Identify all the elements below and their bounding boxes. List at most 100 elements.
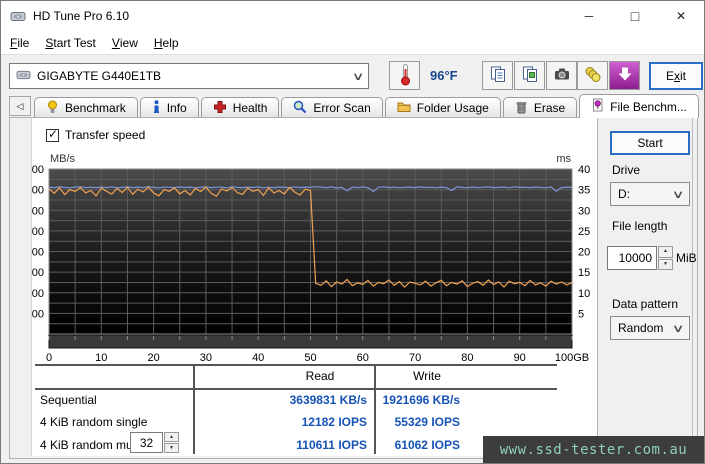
row-label-random-single: 4 KiB random single <box>40 415 148 429</box>
drive-label: Drive <box>612 163 641 177</box>
maximize-button[interactable]: □ <box>612 1 658 31</box>
tab-error-scan[interactable]: Error Scan <box>281 97 383 118</box>
temperature-value: 96°F <box>430 68 458 83</box>
app-window: HD Tune Pro 6.10 ─ □ ✕ File Start Test V… <box>0 0 705 464</box>
tab-erase[interactable]: Erase <box>502 97 578 118</box>
benchmark-bulb-icon <box>46 100 59 117</box>
save-results-button[interactable] <box>577 61 608 90</box>
table-divider-1 <box>193 364 195 454</box>
checkmark-icon: ✓ <box>48 126 59 141</box>
erase-trash-icon <box>515 100 528 117</box>
queue-depth-spinner: ▲ ▼ <box>130 432 179 453</box>
svg-text:4000: 4000 <box>32 164 44 176</box>
transfer-speed-checkbox[interactable]: ✓ Transfer speed <box>46 126 146 142</box>
menu-help[interactable]: Help <box>146 31 187 54</box>
tab-bar: ◁ Benchmark Info Health Error Scan Folde… <box>9 94 699 118</box>
watermark: www.ssd-tester.com.au <box>483 436 704 463</box>
thermometer-icon <box>399 63 411 89</box>
spin-down-icon[interactable]: ▼ <box>658 258 673 270</box>
tab-file-benchmark[interactable]: File Benchm... <box>579 94 699 118</box>
toolbar: GIGABYTE G440E1TB ∨ 96°F E x it <box>1 54 704 94</box>
tab-info[interactable]: Info <box>139 97 199 118</box>
svg-text:500: 500 <box>32 308 44 320</box>
svg-text:25: 25 <box>578 226 590 238</box>
error-scan-magnifier-icon <box>293 100 307 117</box>
file-length-unit: MiB <box>676 251 697 265</box>
svg-text:80: 80 <box>461 352 473 364</box>
tab-benchmark[interactable]: Benchmark <box>34 97 138 118</box>
spin-up-icon[interactable]: ▲ <box>658 246 673 258</box>
svg-text:0: 0 <box>46 352 52 364</box>
svg-text:30: 30 <box>200 352 212 364</box>
svg-text:2000: 2000 <box>32 247 44 259</box>
health-cross-icon <box>213 100 227 117</box>
svg-text:ms: ms <box>556 153 571 165</box>
file-benchmark-icon <box>591 98 604 115</box>
tab-health[interactable]: Health <box>200 97 280 118</box>
row-label-random-multi: 4 KiB random multi <box>40 438 142 452</box>
svg-text:100GB: 100GB <box>555 352 589 364</box>
camera-icon <box>553 65 571 86</box>
window-title: HD Tune Pro 6.10 <box>33 9 130 23</box>
column-header-write: Write <box>413 369 441 383</box>
svg-text:40: 40 <box>578 164 590 176</box>
chevron-down-icon: ∨ <box>671 188 685 201</box>
data-pattern-select[interactable]: Random ∨ <box>610 316 690 340</box>
controls-panel: Start Drive D: ∨ File length ▲ ▼ MiB Dat… <box>598 118 697 458</box>
svg-text:2500: 2500 <box>32 226 44 238</box>
svg-text:1000: 1000 <box>32 288 44 300</box>
file-length-spinner: ▲ ▼ <box>658 246 673 270</box>
screenshot-button[interactable] <box>546 61 577 90</box>
queue-depth-input[interactable] <box>130 432 163 453</box>
chevron-down-icon: ∨ <box>351 70 365 83</box>
menu-start-test[interactable]: Start Test <box>37 31 103 54</box>
svg-text:10: 10 <box>95 352 107 364</box>
drive-select[interactable]: D: ∨ <box>610 182 690 206</box>
tab-scroll-left-button[interactable]: ◁ <box>9 96 31 116</box>
folder-usage-icon <box>397 100 411 116</box>
svg-text:3000: 3000 <box>32 205 44 217</box>
table-header-rule <box>35 388 557 390</box>
title-bar: HD Tune Pro 6.10 ─ □ ✕ <box>1 1 704 31</box>
svg-text:3500: 3500 <box>32 185 44 197</box>
checkbox-box[interactable]: ✓ <box>46 126 59 142</box>
disk-icon <box>16 69 31 84</box>
svg-text:30: 30 <box>578 205 590 217</box>
drive-selector-value: GIGABYTE G440E1TB <box>37 69 162 83</box>
spin-up-icon[interactable]: ▲ <box>164 432 179 442</box>
svg-text:50: 50 <box>304 352 316 364</box>
disk-icon <box>10 10 26 23</box>
value-random-single-write: 55329 IOPS <box>394 415 460 429</box>
exit-button[interactable]: Ex it <box>649 62 703 90</box>
table-top-rule <box>35 364 557 366</box>
svg-text:60: 60 <box>357 352 369 364</box>
value-random-multi-read: 110611 IOPS <box>296 438 367 452</box>
chevron-down-icon: ∨ <box>671 322 685 335</box>
spin-down-icon[interactable]: ▼ <box>164 443 179 453</box>
row-label-sequential: Sequential <box>40 393 97 407</box>
download-button[interactable] <box>609 61 640 90</box>
copy-image-button[interactable] <box>514 61 545 90</box>
menu-view[interactable]: View <box>104 31 146 54</box>
chart-panel: ✓ Transfer speed 50010001500200025003000… <box>31 118 598 456</box>
temperature-button[interactable] <box>389 61 420 90</box>
start-button[interactable]: Start <box>610 131 690 155</box>
minimize-button[interactable]: ─ <box>566 1 612 31</box>
copy-icon <box>489 65 507 86</box>
svg-text:35: 35 <box>578 185 590 197</box>
drive-selector[interactable]: GIGABYTE G440E1TB ∨ <box>9 63 369 89</box>
svg-text:1500: 1500 <box>32 267 44 279</box>
value-random-single-read: 12182 IOPS <box>301 415 367 429</box>
menu-bar: File Start Test View Help <box>1 31 704 54</box>
svg-text:MB/s: MB/s <box>50 153 76 165</box>
tab-folder-usage[interactable]: Folder Usage <box>384 97 501 118</box>
copy-text-button[interactable] <box>482 61 513 90</box>
close-button[interactable]: ✕ <box>658 1 704 31</box>
checkbox-label: Transfer speed <box>65 128 146 142</box>
svg-text:90: 90 <box>514 352 526 364</box>
file-length-input[interactable] <box>607 246 657 270</box>
svg-text:10: 10 <box>578 288 590 300</box>
svg-text:70: 70 <box>409 352 421 364</box>
menu-file[interactable]: File <box>2 31 37 54</box>
copy-image-icon <box>521 65 539 86</box>
